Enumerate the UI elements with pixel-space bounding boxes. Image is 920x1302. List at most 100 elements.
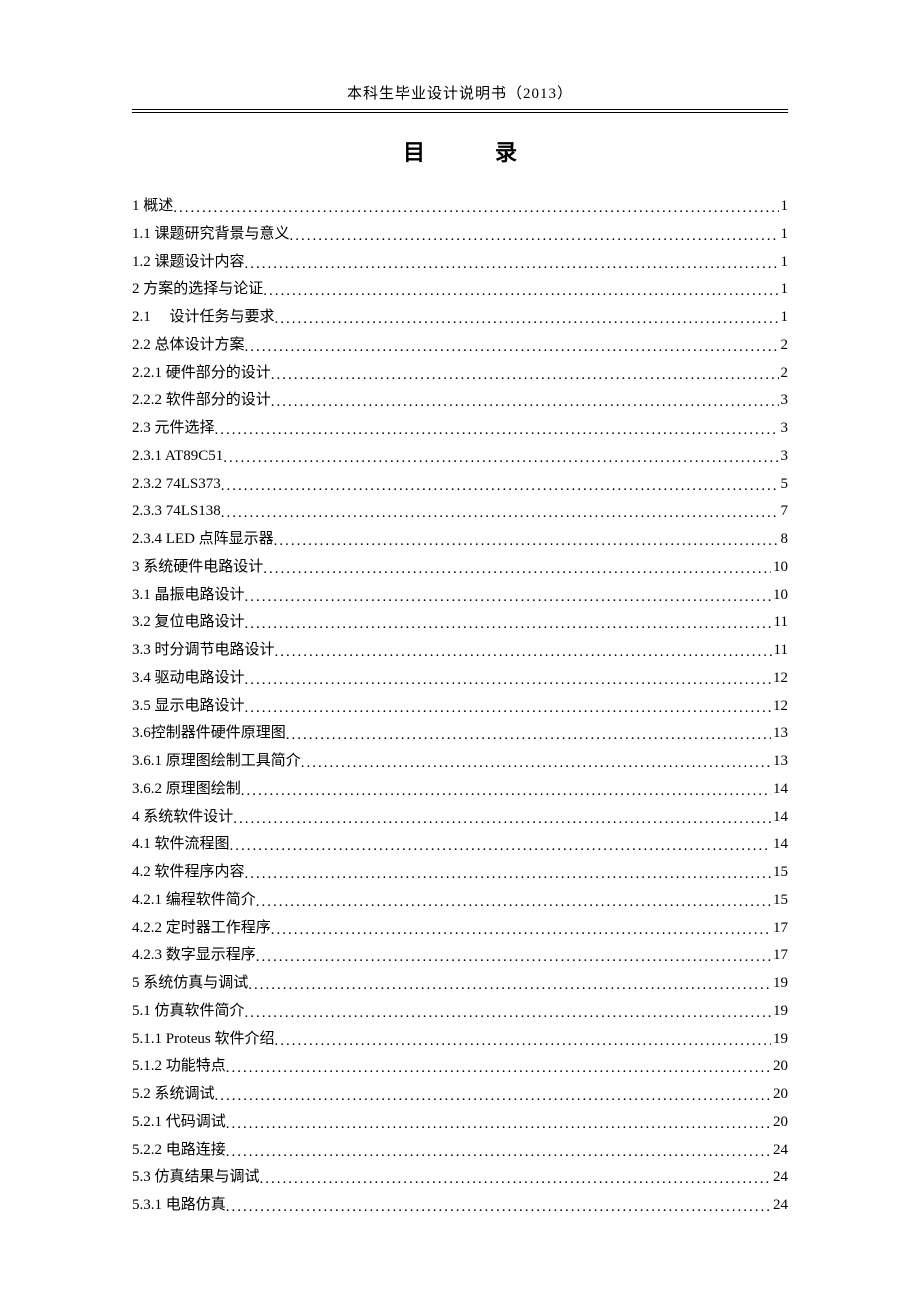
toc-entry-page: 1 xyxy=(779,249,789,277)
toc-entry: 4 系统软件设计14 xyxy=(132,804,788,832)
toc-entry-label: 2.2.2 软件部分的设计 xyxy=(132,387,271,415)
toc-entry-label: 1.2 课题设计内容 xyxy=(132,249,245,277)
toc-leader-dots xyxy=(271,362,779,390)
toc-leader-dots xyxy=(274,528,779,556)
toc-entry-label: 2.3.2 74LS373 xyxy=(132,471,221,499)
toc-entry-label: 1 概述 xyxy=(132,193,173,221)
toc-entry: 5.1.2 功能特点20 xyxy=(132,1053,788,1081)
toc-leader-dots xyxy=(230,833,771,861)
toc-leader-dots xyxy=(173,195,778,223)
toc-entry: 3.6.1 原理图绘制工具简介 13 xyxy=(132,748,788,776)
toc-leader-dots xyxy=(215,417,779,445)
toc-entry-page: 14 xyxy=(771,776,788,804)
toc-entry: 3 系统硬件电路设计10 xyxy=(132,554,788,582)
toc-entry-page: 17 xyxy=(771,942,788,970)
toc-leader-dots xyxy=(215,1083,771,1111)
toc-entry: 5.2 系统调试20 xyxy=(132,1081,788,1109)
toc-entry-page: 17 xyxy=(771,915,788,943)
toc-leader-dots xyxy=(263,556,771,584)
header-rule-thin xyxy=(132,112,788,113)
toc-leader-dots xyxy=(233,806,771,834)
toc-leader-dots xyxy=(275,639,772,667)
toc-entry-label: 3.6.1 原理图绘制工具简介 xyxy=(132,748,301,776)
toc-entry: 3.3 时分调节电路设计 11 xyxy=(132,637,788,665)
toc-entry: 5 系统仿真与调试19 xyxy=(132,970,788,998)
toc-leader-dots xyxy=(226,1055,771,1083)
toc-entry: 2.3.2 74LS3735 xyxy=(132,471,788,499)
toc-entry-label: 2.3 元件选择 xyxy=(132,415,215,443)
toc-entry-label: 2.2 总体设计方案 xyxy=(132,332,245,360)
toc-entry-page: 8 xyxy=(779,526,789,554)
toc-entry-page: 24 xyxy=(771,1164,788,1192)
toc-leader-dots xyxy=(241,778,771,806)
toc-entry-page: 1 xyxy=(779,276,789,304)
toc-entry-label: 5.2 系统调试 xyxy=(132,1081,215,1109)
toc-entry: 3.2 复位电路设计 11 xyxy=(132,609,788,637)
toc-entry-label: 4.2.1 编程软件简介 xyxy=(132,887,256,915)
toc-entry-page: 19 xyxy=(771,1026,788,1054)
toc-entry: 2.1 设计任务与要求1 xyxy=(132,304,788,332)
toc-entry: 1 概述1 xyxy=(132,193,788,221)
toc-leader-dots xyxy=(221,500,779,528)
toc-entry: 2.3.1 AT89C513 xyxy=(132,443,788,471)
toc-entry-page: 7 xyxy=(779,498,789,526)
header-rule-thick xyxy=(132,109,788,110)
toc-entry-page: 11 xyxy=(772,637,788,665)
toc-entry-label: 3.4 驱动电路设计 xyxy=(132,665,245,693)
toc-entry-label: 3.3 时分调节电路设计 xyxy=(132,637,275,665)
toc-leader-dots xyxy=(301,750,771,778)
toc-entry-page: 13 xyxy=(771,748,788,776)
toc-entry-page: 19 xyxy=(771,970,788,998)
toc-entry-page: 2 xyxy=(779,332,789,360)
toc-leader-dots xyxy=(245,251,779,279)
toc-entry-label: 3.1 晶振电路设计 xyxy=(132,582,245,610)
toc-leader-dots xyxy=(245,584,771,612)
toc-entry: 5.2.2 电路连接24 xyxy=(132,1137,788,1165)
toc-entry: 2.2 总体设计方案 2 xyxy=(132,332,788,360)
toc-entry-label: 5.1.1 Proteus 软件介绍 xyxy=(132,1026,275,1054)
toc-leader-dots xyxy=(245,695,771,723)
toc-entry-label: 1.1 课题研究背景与意义 xyxy=(132,221,290,249)
toc-leader-dots xyxy=(260,1166,771,1194)
toc-entry-page: 3 xyxy=(779,415,789,443)
toc-entry-label: 3.6.2 原理图绘制 xyxy=(132,776,241,804)
toc-entry: 5.2.1 代码调试20 xyxy=(132,1109,788,1137)
document-page: 本科生毕业设计说明书（2013） 目 录 1 概述11.1 课题研究背景与意义1… xyxy=(0,0,920,1280)
toc-leader-dots xyxy=(256,889,771,917)
toc-entry-page: 14 xyxy=(771,831,788,859)
toc-entry-page: 2 xyxy=(779,360,789,388)
toc-leader-dots xyxy=(248,972,771,1000)
toc-leader-dots xyxy=(245,1000,771,1028)
toc-entry-label: 3 系统硬件电路设计 xyxy=(132,554,263,582)
toc-entry-page: 3 xyxy=(779,443,789,471)
toc-entry: 4.1 软件流程图 14 xyxy=(132,831,788,859)
toc-entry-page: 13 xyxy=(771,720,788,748)
toc-entry: 2.3.4 LED 点阵显示器 8 xyxy=(132,526,788,554)
toc-entry-label: 4.1 软件流程图 xyxy=(132,831,230,859)
toc-entry-page: 11 xyxy=(772,609,788,637)
toc-entry-page: 12 xyxy=(771,693,788,721)
toc-entry-label: 2.2.1 硬件部分的设计 xyxy=(132,360,271,388)
toc-entry-page: 1 xyxy=(779,304,789,332)
toc-entry-label: 5.1.2 功能特点 xyxy=(132,1053,226,1081)
toc-entry: 2.2.1 硬件部分的设计 2 xyxy=(132,360,788,388)
toc-entry: 4.2 软件程序内容15 xyxy=(132,859,788,887)
toc-leader-dots xyxy=(286,722,771,750)
toc-entry-label: 5.2.2 电路连接 xyxy=(132,1137,226,1165)
toc-entry: 3.4 驱动电路设计 12 xyxy=(132,665,788,693)
toc-entry: 4.2.2 定时器工作程序 17 xyxy=(132,915,788,943)
toc-entry: 2.2.2 软件部分的设计3 xyxy=(132,387,788,415)
toc-entry: 3.6控制器件硬件原理图 13 xyxy=(132,720,788,748)
toc-entry-label: 5.2.1 代码调试 xyxy=(132,1109,226,1137)
toc-entry: 5.3.1 电路仿真24 xyxy=(132,1192,788,1220)
toc-entry-label: 4.2.2 定时器工作程序 xyxy=(132,915,271,943)
toc-entry-page: 14 xyxy=(771,804,788,832)
toc-entry-page: 12 xyxy=(771,665,788,693)
toc-entry: 4.2.1 编程软件简介15 xyxy=(132,887,788,915)
toc-entry: 3.1 晶振电路设计10 xyxy=(132,582,788,610)
toc-leader-dots xyxy=(275,1028,771,1056)
toc-entry: 2 方案的选择与论证1 xyxy=(132,276,788,304)
toc-entry: 1.2 课题设计内容 1 xyxy=(132,249,788,277)
toc-leader-dots xyxy=(256,944,771,972)
table-of-contents: 1 概述11.1 课题研究背景与意义11.2 课题设计内容12 方案的选择与论证… xyxy=(132,193,788,1220)
